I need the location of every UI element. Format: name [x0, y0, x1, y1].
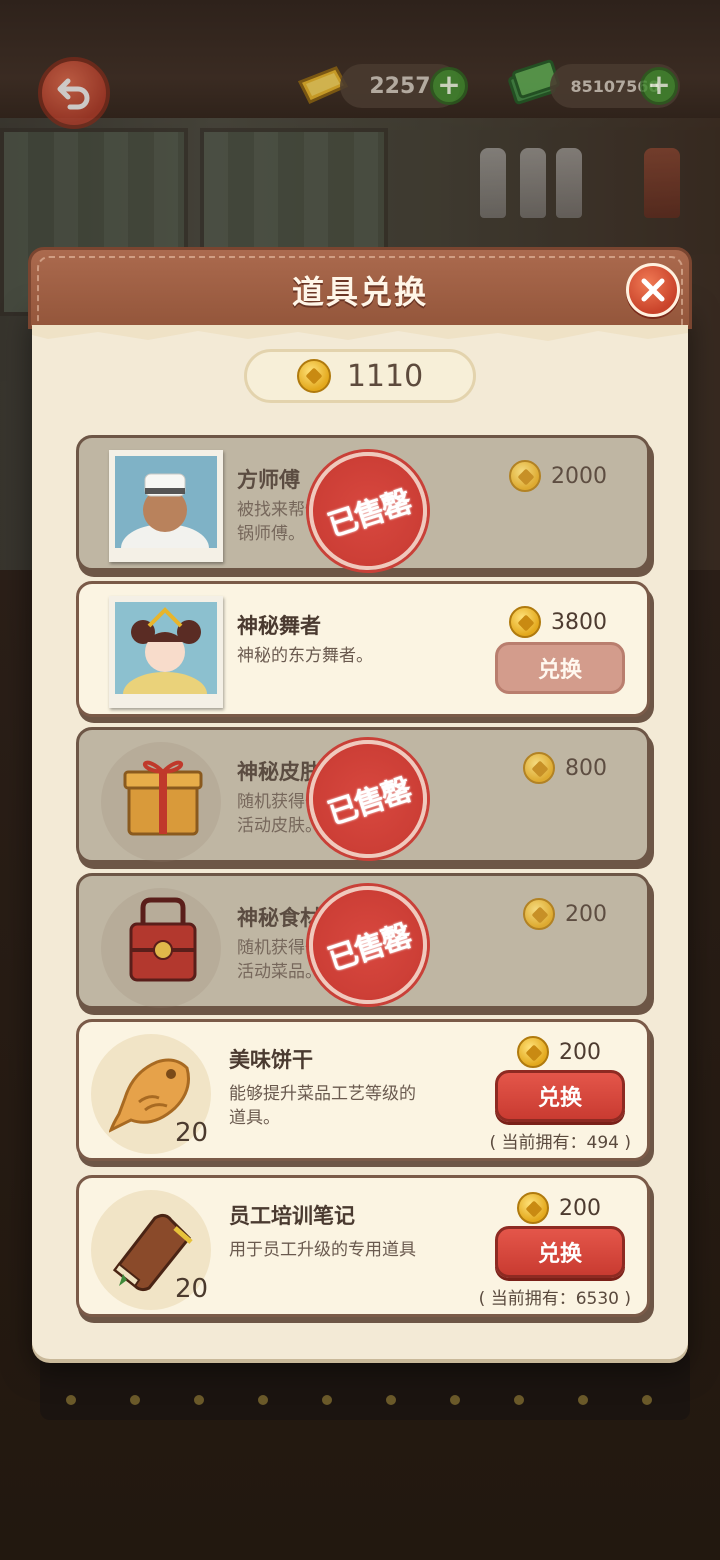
coin-icon [517, 1192, 549, 1224]
rivet [194, 1395, 204, 1405]
coin-balance: 1110 [244, 349, 476, 403]
gift-box-icon [123, 760, 203, 836]
back-button[interactable] [38, 57, 110, 129]
exchange-modal: 道具兑换 1110 方师傅 被找来帮忙的端 锅师傅。 2000 已售罄 神秘舞者… [28, 247, 694, 1373]
rivet [578, 1395, 588, 1405]
item-price: 200 [517, 1036, 601, 1068]
item-price: 2000 [509, 460, 607, 492]
rivet [386, 1395, 396, 1405]
item-price-value: 3800 [551, 609, 607, 635]
rivet [642, 1395, 652, 1405]
exchange-button[interactable]: 兑换 [495, 1226, 625, 1278]
item-price: 800 [523, 752, 607, 784]
coin-icon [523, 752, 555, 784]
item-quantity: 20 [175, 1274, 209, 1304]
coin-icon [509, 606, 541, 638]
torn-paper-edge [32, 325, 688, 341]
item-price-value: 200 [565, 901, 607, 927]
rivet [450, 1395, 460, 1405]
item-price: 3800 [509, 606, 607, 638]
item-price-value: 200 [559, 1195, 601, 1221]
sold-out-label: 已售罄 [323, 918, 415, 978]
sold-out-stamp: 已售罄 [293, 870, 443, 1020]
item-name: 神秘舞者 [237, 614, 321, 638]
item-card-dancer: 神秘舞者 神秘的东方舞者。 3800 兑换 [76, 581, 650, 717]
rivet [514, 1395, 524, 1405]
dancer-portrait [109, 596, 223, 708]
sold-out-label: 已售罄 [323, 484, 415, 544]
rivet [130, 1395, 140, 1405]
coin-balance-value: 1110 [346, 358, 424, 394]
bottle-decoration [520, 148, 546, 218]
item-card-mystery-skin: 神秘皮肤 随机获得一个的 活动皮肤。 800 已售罄 [76, 724, 650, 874]
coin-icon [296, 359, 331, 393]
add-cash-button[interactable]: + [640, 67, 678, 105]
item-description: 用于员工升级的专用道具 [229, 1240, 416, 1260]
add-gold-button[interactable]: + [430, 67, 468, 105]
item-quantity: 20 [175, 1118, 209, 1148]
food-box-icon [129, 897, 197, 982]
item-name: 神秘皮肤 [237, 760, 321, 784]
rivet [258, 1395, 268, 1405]
item-card-mystery-ingredient: 神秘食材 随机获得一个的 活动菜品。 200 已售罄 [76, 870, 650, 1020]
coin-icon [517, 1036, 549, 1068]
exchange-button[interactable]: 兑换 [495, 1070, 625, 1122]
owned-count: ( 当前拥有：494 ) [489, 1133, 631, 1153]
close-button[interactable] [626, 263, 680, 317]
chef-portrait [109, 450, 223, 562]
sold-out-stamp: 已售罄 [293, 436, 443, 586]
item-card-training-notes: 20 员工培训笔记 用于员工升级的专用道具 200 兑换 ( 当前拥有：6530… [76, 1175, 650, 1317]
item-price-value: 2000 [551, 463, 607, 489]
item-name: 方师傅 [237, 468, 300, 492]
item-price-value: 800 [565, 755, 607, 781]
item-card-cookie: 20 美味饼干 能够提升菜品工艺等级的 道具。 200 兑换 ( 当前拥有：49… [76, 1019, 650, 1161]
modal-title: 道具兑换 [291, 273, 428, 311]
sold-out-label: 已售罄 [323, 772, 415, 832]
bottle-decoration [556, 148, 582, 218]
coin-icon [523, 898, 555, 930]
item-price: 200 [523, 898, 607, 930]
rivet [66, 1395, 76, 1405]
item-price-value: 200 [559, 1039, 601, 1065]
item-price: 200 [517, 1192, 601, 1224]
item-name: 美味饼干 [229, 1048, 313, 1072]
chef-portrait-image [115, 456, 217, 548]
back-arrow-icon [57, 78, 90, 110]
dancer-portrait-image [115, 602, 217, 694]
item-description: 能够提升菜品工艺等级的 道具。 [229, 1084, 416, 1128]
sold-out-stamp: 已售罄 [293, 724, 443, 874]
item-card-chef: 方师傅 被找来帮忙的端 锅师傅。 2000 已售罄 [76, 435, 650, 586]
owned-count: ( 当前拥有：6530 ) [478, 1289, 631, 1309]
rivet [322, 1395, 332, 1405]
coin-icon [509, 460, 541, 492]
close-icon [641, 278, 665, 302]
item-name: 神秘食材 [237, 906, 321, 930]
item-description: 神秘的东方舞者。 [237, 646, 373, 666]
bottle-decoration [480, 148, 506, 218]
item-name: 员工培训笔记 [229, 1204, 355, 1228]
bottle-decoration [644, 148, 680, 218]
exchange-button[interactable]: 兑换 [495, 642, 625, 694]
